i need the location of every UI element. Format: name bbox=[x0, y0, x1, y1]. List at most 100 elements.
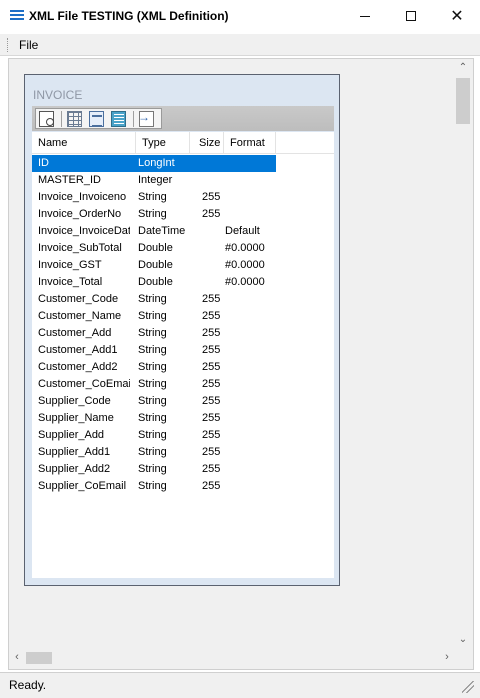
table-row[interactable]: Invoice_OrderNo String 255 bbox=[32, 206, 276, 223]
cell-format bbox=[225, 325, 275, 342]
cell-size: 255 bbox=[202, 191, 221, 203]
cell-name: ID bbox=[38, 157, 49, 169]
table-row[interactable]: Supplier_Add String 255 bbox=[32, 427, 276, 444]
vertical-scrollbar[interactable]: ⌃ ⌄ bbox=[454, 62, 472, 650]
cell-name: Invoice_SubTotal bbox=[38, 242, 122, 254]
cell-size: 255 bbox=[202, 429, 221, 441]
cell-format: Default bbox=[225, 225, 260, 237]
cell-size: 255 bbox=[202, 293, 221, 305]
table-row[interactable]: Invoice_InvoiceDate DateTime Default bbox=[32, 223, 276, 240]
cell-format bbox=[225, 410, 275, 427]
cell-name: Invoice_Invoiceno bbox=[38, 191, 127, 203]
scroll-left-icon[interactable]: ‹ bbox=[10, 651, 24, 665]
cell-format bbox=[225, 359, 275, 376]
column-header-type[interactable]: Type bbox=[136, 132, 190, 154]
table-row[interactable]: MASTER_ID Integer bbox=[32, 172, 276, 189]
app-menu-icon[interactable] bbox=[10, 10, 24, 22]
cell-size: 255 bbox=[202, 446, 221, 458]
cell-type: String bbox=[138, 412, 167, 424]
cell-type: DateTime bbox=[138, 225, 186, 237]
vertical-scroll-thumb[interactable] bbox=[456, 78, 470, 124]
column-header-format[interactable]: Format bbox=[224, 132, 276, 154]
cell-name: Supplier_Add1 bbox=[38, 446, 111, 458]
status-bar: Ready. bbox=[0, 672, 480, 698]
cell-format bbox=[225, 342, 275, 359]
table-row[interactable]: Customer_Add1 String 255 bbox=[32, 342, 276, 359]
calculator-icon[interactable] bbox=[111, 110, 127, 127]
toolbar-separator bbox=[61, 110, 62, 127]
table-row[interactable]: Customer_Code String 255 bbox=[32, 291, 276, 308]
table-row[interactable]: Supplier_CoEmail String 255 bbox=[32, 478, 276, 495]
horizontal-scrollbar[interactable]: ‹ › bbox=[10, 650, 454, 666]
cell-type: LongInt bbox=[138, 157, 175, 169]
cell-name: MASTER_ID bbox=[38, 174, 101, 186]
cell-name: Supplier_Name bbox=[38, 412, 114, 424]
cell-name: Supplier_Code bbox=[38, 395, 111, 407]
maximize-icon bbox=[406, 11, 416, 21]
table-row[interactable]: Customer_Name String 255 bbox=[32, 308, 276, 325]
cell-format bbox=[225, 444, 275, 461]
table-row[interactable]: Invoice_SubTotal Double #0.0000 bbox=[32, 240, 276, 257]
resize-grip-icon[interactable] bbox=[462, 681, 474, 693]
cell-name: Customer_Add1 bbox=[38, 344, 118, 356]
cell-type: String bbox=[138, 344, 167, 356]
cell-type: String bbox=[138, 395, 167, 407]
title-bar: XML File TESTING (XML Definition) ✕ bbox=[0, 0, 480, 32]
cell-type: String bbox=[138, 361, 167, 373]
preview-icon[interactable] bbox=[39, 110, 55, 127]
table-row[interactable]: Supplier_Code String 255 bbox=[32, 393, 276, 410]
table-row[interactable]: Customer_CoEmail String 255 bbox=[32, 376, 276, 393]
cell-type: String bbox=[138, 378, 167, 390]
horizontal-scroll-thumb[interactable] bbox=[26, 652, 52, 664]
cell-format: #0.0000 bbox=[225, 276, 265, 288]
cell-size bbox=[202, 155, 224, 172]
close-button[interactable]: ✕ bbox=[434, 0, 480, 32]
table-row[interactable]: Invoice_Invoiceno String 255 bbox=[32, 189, 276, 206]
table-row[interactable]: Supplier_Add1 String 255 bbox=[32, 444, 276, 461]
scroll-right-icon[interactable]: › bbox=[440, 651, 454, 665]
cell-size bbox=[202, 223, 224, 240]
cell-name: Customer_Add bbox=[38, 327, 112, 339]
cell-type: String bbox=[138, 480, 167, 492]
column-header-name[interactable]: Name bbox=[32, 132, 136, 154]
table-row[interactable]: Invoice_Total Double #0.0000 bbox=[32, 274, 276, 291]
cell-type: String bbox=[138, 293, 167, 305]
table-row[interactable]: Supplier_Add2 String 255 bbox=[32, 461, 276, 478]
close-icon: ✕ bbox=[450, 8, 464, 25]
cell-name: Supplier_CoEmail bbox=[38, 480, 127, 492]
cell-type: Double bbox=[138, 276, 173, 288]
column-header-size[interactable]: Size bbox=[190, 132, 224, 154]
toolbar-separator bbox=[133, 110, 134, 127]
cell-size: 255 bbox=[202, 361, 221, 373]
cell-type: String bbox=[138, 429, 167, 441]
grid-icon[interactable] bbox=[66, 110, 82, 127]
menu-file[interactable]: File bbox=[19, 38, 38, 52]
export-icon[interactable] bbox=[138, 110, 155, 127]
cell-size: 255 bbox=[202, 344, 221, 356]
table-window[interactable]: INVOICE Name Type Size Format ID LongInt M… bbox=[24, 74, 340, 586]
cell-format: #0.0000 bbox=[225, 259, 265, 271]
table-row[interactable]: Supplier_Name String 255 bbox=[32, 410, 276, 427]
cell-format bbox=[225, 478, 275, 495]
cell-name: Customer_Add2 bbox=[38, 361, 118, 373]
menu-bar: File bbox=[0, 34, 480, 56]
cell-format bbox=[225, 427, 275, 444]
cell-size bbox=[202, 257, 224, 274]
maximize-button[interactable] bbox=[388, 0, 434, 32]
scroll-down-icon[interactable]: ⌄ bbox=[454, 634, 472, 648]
cell-size: 255 bbox=[202, 412, 221, 424]
table-row[interactable]: ID LongInt bbox=[32, 155, 276, 172]
cell-size: 255 bbox=[202, 378, 221, 390]
cell-size: 255 bbox=[202, 480, 221, 492]
minimize-button[interactable] bbox=[342, 0, 388, 32]
table-row[interactable]: Invoice_GST Double #0.0000 bbox=[32, 257, 276, 274]
window-title: XML File TESTING (XML Definition) bbox=[29, 9, 229, 23]
cell-type: Double bbox=[138, 259, 173, 271]
properties-icon[interactable] bbox=[89, 110, 105, 127]
cell-type: String bbox=[138, 191, 167, 203]
table-row[interactable]: Customer_Add2 String 255 bbox=[32, 359, 276, 376]
cell-name: Invoice_InvoiceDate bbox=[38, 225, 130, 237]
scroll-up-icon[interactable]: ⌃ bbox=[454, 62, 472, 76]
fields-grid[interactable]: Name Type Size Format ID LongInt MASTER_ID… bbox=[32, 132, 334, 578]
table-row[interactable]: Customer_Add String 255 bbox=[32, 325, 276, 342]
